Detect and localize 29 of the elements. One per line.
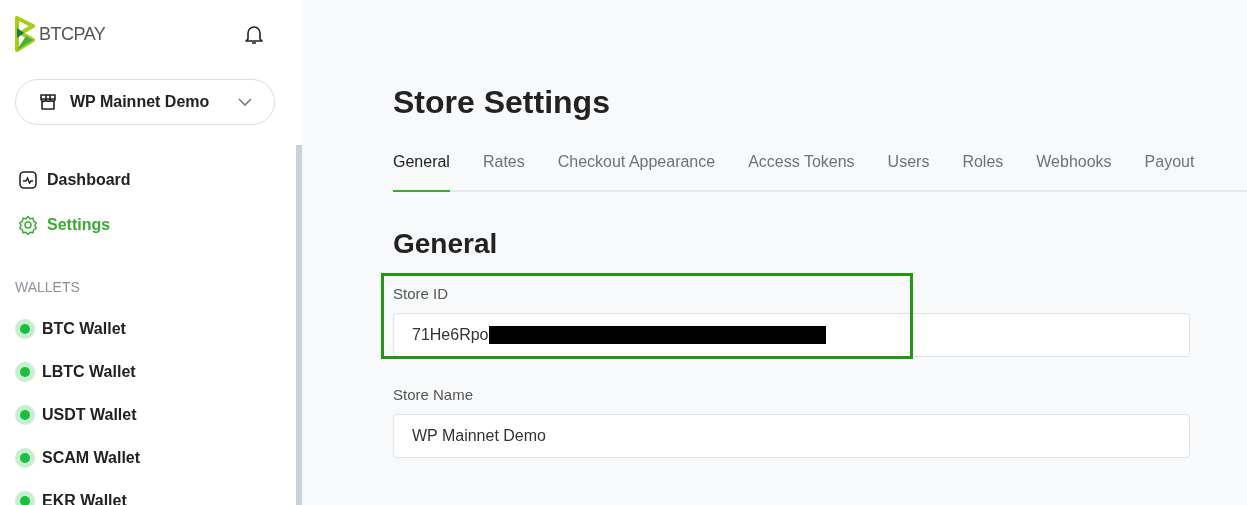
tab[interactable]: Webhooks [1036,149,1112,192]
section-heading: WALLETS [15,279,80,295]
store-selector[interactable]: WP Mainnet Demo [15,79,275,125]
tab[interactable]: Roles [962,149,1004,192]
scrollbar[interactable] [296,145,302,505]
settings-icon [18,214,38,235]
wallet-item[interactable]: BTC Wallet [15,317,126,340]
field-label: Store Name [393,386,475,403]
activity-icon [18,169,38,190]
page-title: Store Settings [393,84,611,121]
tab[interactable]: Users [887,149,930,192]
wallet-item[interactable]: SCAM Wallet [15,446,141,469]
store-icon [38,92,58,112]
tab[interactable]: General [393,149,450,192]
wallet-item[interactable]: EKR Wallet [15,489,127,505]
nav-item[interactable]: Dashboard [18,167,131,192]
chevron-down-icon [238,98,252,106]
tab[interactable]: Access Tokens [748,149,855,192]
input-field[interactable]: 71He6Rpo [393,313,1190,357]
input-field[interactable]: WP Mainnet Demo [393,414,1190,458]
section-title: General [393,228,499,260]
tab[interactable]: Rates [482,149,525,192]
logo-icon [15,16,35,52]
field-label: Store ID [393,285,450,302]
wallet-item[interactable]: USDT Wallet [15,403,137,426]
tab[interactable]: Checkout Appearance [557,149,716,192]
brand-name: BTCPAY [39,23,106,45]
wallet-item[interactable]: LBTC Wallet [15,360,136,383]
tab[interactable]: Payout [1144,149,1195,192]
